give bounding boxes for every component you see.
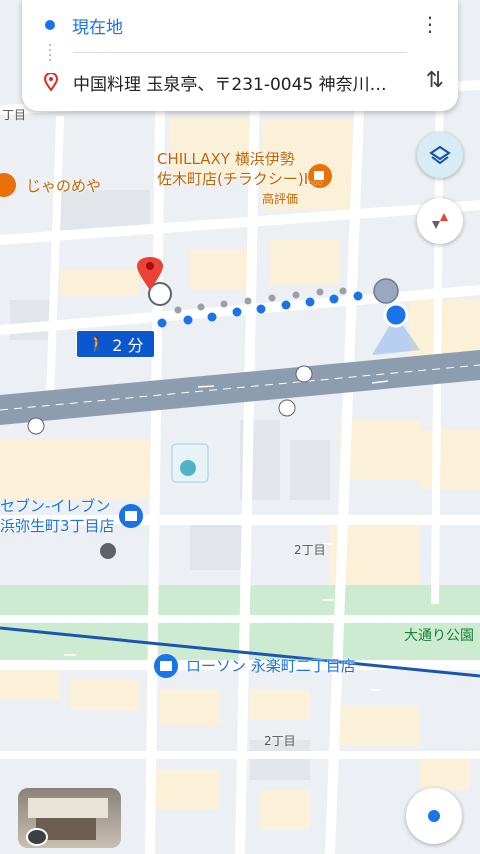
- map-label-block-2b: 2丁目: [264, 734, 296, 748]
- walk-icon: 🚶: [87, 335, 107, 353]
- more-vert-icon[interactable]: ⋮: [420, 14, 440, 34]
- route-duration-badge[interactable]: 🚶 2 分: [76, 330, 155, 358]
- compass-button[interactable]: [417, 198, 463, 244]
- street-view-thumbnail[interactable]: [18, 788, 121, 848]
- map-canvas[interactable]: [0, 0, 480, 854]
- lawson-icon: [154, 654, 178, 678]
- map-label-chillaxy-rating: 高評価: [262, 192, 299, 206]
- my-location-button[interactable]: [406, 788, 462, 844]
- directions-card: 現在地 ⋮ 中国料理 玉泉亭、〒231-0045 神奈川… ⇅: [22, 0, 458, 111]
- destination-field[interactable]: 中国料理 玉泉亭、〒231-0045 神奈川…: [73, 70, 399, 95]
- layers-icon: [429, 145, 451, 165]
- map-label-seven-2[interactable]: 浜弥生町3丁目店: [0, 517, 115, 536]
- map-label-seven-1[interactable]: セブン-イレブン: [0, 497, 110, 516]
- my-location-icon: [428, 810, 440, 822]
- layers-button[interactable]: [417, 132, 463, 178]
- map-label-block-2a: 2丁目: [294, 543, 326, 557]
- bicycle-icon: [100, 543, 116, 559]
- swap-vert-icon[interactable]: ⇅: [426, 68, 444, 93]
- map-label-block: 丁目: [2, 108, 27, 122]
- divider: [74, 52, 406, 53]
- temperature-icon: [171, 443, 209, 483]
- map-label-park[interactable]: 大通り公園: [404, 625, 474, 645]
- map-label-chillaxy-2[interactable]: 佐木町店(チラクシー)I...: [157, 170, 322, 189]
- origin-field[interactable]: 現在地: [72, 13, 123, 38]
- convenience-store-icon: [119, 504, 143, 528]
- place-pin-icon: [44, 73, 58, 91]
- origin-dot-icon: [45, 20, 55, 30]
- route-duration: 2 分: [112, 336, 144, 355]
- street-view-icon: [26, 828, 48, 846]
- map-label-lawson[interactable]: ローソン 永楽町二丁目店: [186, 657, 356, 676]
- map-label-chillaxy-1[interactable]: CHILLAXY 横浜伊勢: [157, 150, 295, 169]
- route-connector: [49, 44, 51, 62]
- map-label-janomeya[interactable]: じゃのめや: [26, 177, 101, 196]
- compass-icon: [432, 213, 448, 229]
